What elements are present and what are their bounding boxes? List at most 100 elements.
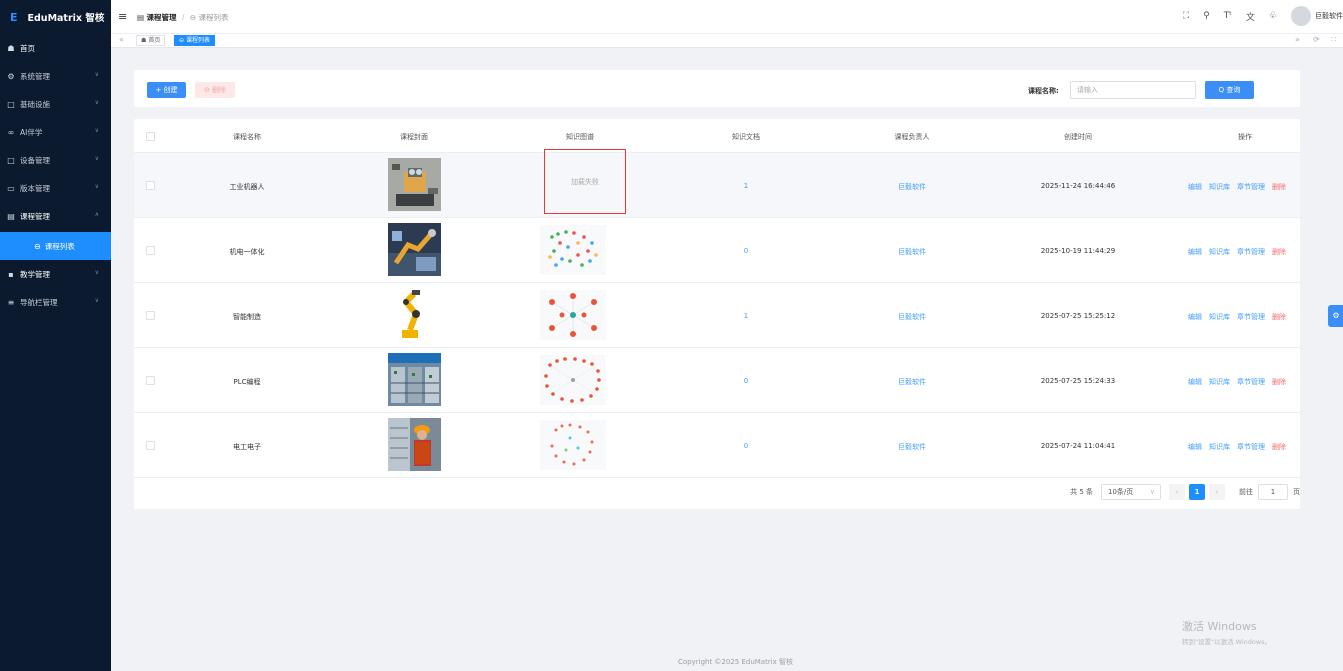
knowledge-graph-image[interactable] <box>540 420 606 470</box>
edit-button[interactable]: 编辑 <box>1188 378 1202 386</box>
table-row[interactable]: 智能制造 1 巨毅软件 2025-07-25 15:25:12 编辑 知识库 章节管… <box>134 283 1300 348</box>
doc-count-link[interactable]: 0 <box>744 442 748 450</box>
course-cover-image[interactable] <box>388 353 441 406</box>
tag-home[interactable]: ☗ 首页 <box>136 35 166 46</box>
grid-icon[interactable]: ∷ <box>1331 35 1336 44</box>
edit-button[interactable]: 编辑 <box>1188 248 1202 256</box>
app-logo[interactable]: E EduMatrix 智核 <box>0 0 111 34</box>
course-name: PLC编程 <box>233 378 261 386</box>
created-time: 2025-11-24 16:44:46 <box>1040 182 1116 190</box>
sidebar-item-home[interactable]: ☗ 首页 <box>0 34 111 62</box>
hamburger-icon[interactable]: ≡ <box>118 10 127 23</box>
course-cover-image[interactable] <box>388 158 441 211</box>
sidebar-item-label: 系统管理 <box>20 71 50 81</box>
row-checkbox[interactable] <box>146 246 155 255</box>
course-owner[interactable]: 巨毅软件 <box>898 247 926 257</box>
font-size-icon[interactable]: Tᵗ <box>1224 11 1232 21</box>
create-button[interactable]: + 创建 <box>147 82 186 98</box>
chevron-down-icon: ∨ <box>94 127 99 134</box>
knowledge-base-button[interactable]: 知识库 <box>1209 183 1230 191</box>
course-owner[interactable]: 巨毅软件 <box>898 377 926 387</box>
query-button[interactable]: Q 查询 <box>1205 81 1254 99</box>
chapter-button[interactable]: 章节管理 <box>1237 248 1265 256</box>
select-all-checkbox[interactable] <box>146 132 155 141</box>
refresh-icon[interactable]: ⟳ <box>1313 35 1320 44</box>
row-checkbox[interactable] <box>146 441 155 450</box>
chapter-button[interactable]: 章节管理 <box>1237 378 1265 386</box>
sidebar-subitem-course-list[interactable]: ⊖ 课程列表 <box>0 232 111 260</box>
knowledge-base-button[interactable]: 知识库 <box>1209 313 1230 321</box>
doc-count[interactable]: 0 <box>744 442 748 450</box>
doc-count[interactable]: 0 <box>744 247 748 255</box>
avatar[interactable] <box>1291 6 1311 26</box>
doc-count[interactable]: 0 <box>744 377 748 385</box>
course-cover-image[interactable] <box>388 288 441 341</box>
table-row[interactable]: 电工电子 0 巨毅软件 2025-07-24 11:04:41 编辑 知识库 章节管… <box>134 413 1300 478</box>
user-name[interactable]: 巨毅软件 <box>1315 11 1343 21</box>
table-row[interactable]: 工业机器人 1 巨毅软件 2025-11-24 16:44:46 编辑 知识库 章节… <box>134 153 1300 218</box>
fullscreen-icon[interactable]: ⛶ <box>1183 11 1189 21</box>
course-owner[interactable]: 巨毅软件 <box>898 312 926 322</box>
doc-count-link[interactable]: 1 <box>744 312 748 320</box>
delete-row-button[interactable]: 删除 <box>1272 183 1286 191</box>
sidebar-item-devices[interactable]: □ 设备管理 ∨ <box>0 146 111 174</box>
chapter-button[interactable]: 章节管理 <box>1237 313 1265 321</box>
bell-icon[interactable]: ♧ <box>1269 11 1277 21</box>
prev-page-button[interactable]: ‹ <box>1169 484 1185 500</box>
sidebar-item-infrastructure[interactable]: □ 基础设施 ∨ <box>0 90 111 118</box>
edit-button[interactable]: 编辑 <box>1188 443 1202 451</box>
doc-count-link[interactable]: 1 <box>744 182 748 190</box>
translate-icon[interactable]: 文 <box>1246 10 1255 23</box>
doc-count[interactable]: 1 <box>744 312 748 320</box>
course-cover-image[interactable] <box>388 418 441 471</box>
breadcrumb: ▤ 课程管理 / ⊖ 课程列表 <box>137 12 228 23</box>
delete-row-button[interactable]: 删除 <box>1272 313 1286 321</box>
course-owner[interactable]: 巨毅软件 <box>898 182 926 192</box>
breadcrumb-parent[interactable]: 课程管理 <box>146 13 176 22</box>
sidebar-item-ai[interactable]: ∞ AI伴学 ∨ <box>0 118 111 146</box>
knowledge-base-button[interactable]: 知识库 <box>1209 443 1230 451</box>
course-cover-image[interactable] <box>388 223 441 276</box>
knowledge-base-button[interactable]: 知识库 <box>1209 378 1230 386</box>
edit-button[interactable]: 编辑 <box>1188 183 1202 191</box>
search-icon[interactable]: ⚲ <box>1203 11 1210 21</box>
row-checkbox[interactable] <box>146 376 155 385</box>
sidebar-item-courses[interactable]: ▤ 课程管理 ∧ <box>0 202 111 230</box>
knowledge-graph-image[interactable] <box>540 290 606 340</box>
sidebar-item-nav[interactable]: ≡ 导航栏管理 ∨ <box>0 288 111 316</box>
table-row[interactable]: 机电一体化 0 巨毅软件 2025-10-19 11:44:29 编辑 知识库 章节… <box>134 218 1300 283</box>
settings-float-button[interactable]: ⚙ <box>1328 305 1343 327</box>
chevron-down-icon: ∨ <box>94 183 99 190</box>
sidebar-item-teaching[interactable]: ▪ 教学管理 ∨ <box>0 260 111 288</box>
chapter-button[interactable]: 章节管理 <box>1237 183 1265 191</box>
course-owner[interactable]: 巨毅软件 <box>898 442 926 452</box>
chevron-down-icon: ∨ <box>94 99 99 106</box>
doc-count-link[interactable]: 0 <box>744 247 748 255</box>
sidebar-item-versions[interactable]: ▭ 版本管理 ∨ <box>0 174 111 202</box>
edit-button[interactable]: 编辑 <box>1188 313 1202 321</box>
scroll-right-icon[interactable]: » <box>1295 35 1300 44</box>
page-size-select[interactable]: 10条/页 ∨ <box>1101 484 1161 500</box>
page-number-current[interactable]: 1 <box>1189 484 1205 500</box>
table-row[interactable]: PLC编程 0 巨毅软件 2025-07-25 15:24:33 编辑 知识库 章节… <box>134 348 1300 413</box>
row-actions: 编辑 知识库 章节管理 删除 <box>1188 247 1293 257</box>
doc-count-link[interactable]: 0 <box>744 377 748 385</box>
chapter-button[interactable]: 章节管理 <box>1237 443 1265 451</box>
delete-row-button[interactable]: 删除 <box>1272 443 1286 451</box>
delete-row-button[interactable]: 删除 <box>1272 248 1286 256</box>
knowledge-base-button[interactable]: 知识库 <box>1209 248 1230 256</box>
sidebar-item-system[interactable]: ⚙ 系统管理 ∨ <box>0 62 111 90</box>
scroll-left-icon[interactable]: « <box>119 35 124 44</box>
copyright: Copyright ©2025 EduMatrix 智核 <box>678 658 794 666</box>
tag-course-list[interactable]: ⊖ 课程列表 <box>174 35 215 46</box>
knowledge-graph-image[interactable] <box>540 355 606 405</box>
next-page-button[interactable]: › <box>1209 484 1225 500</box>
course-name-input[interactable] <box>1070 81 1196 99</box>
row-checkbox[interactable] <box>146 311 155 320</box>
goto-page-input[interactable]: 1 <box>1258 484 1288 500</box>
doc-count[interactable]: 1 <box>744 182 748 190</box>
knowledge-graph-image[interactable] <box>540 225 606 275</box>
delete-button[interactable]: ⊖ 删除 <box>195 82 235 98</box>
delete-row-button[interactable]: 删除 <box>1272 378 1286 386</box>
row-checkbox[interactable] <box>146 181 155 190</box>
